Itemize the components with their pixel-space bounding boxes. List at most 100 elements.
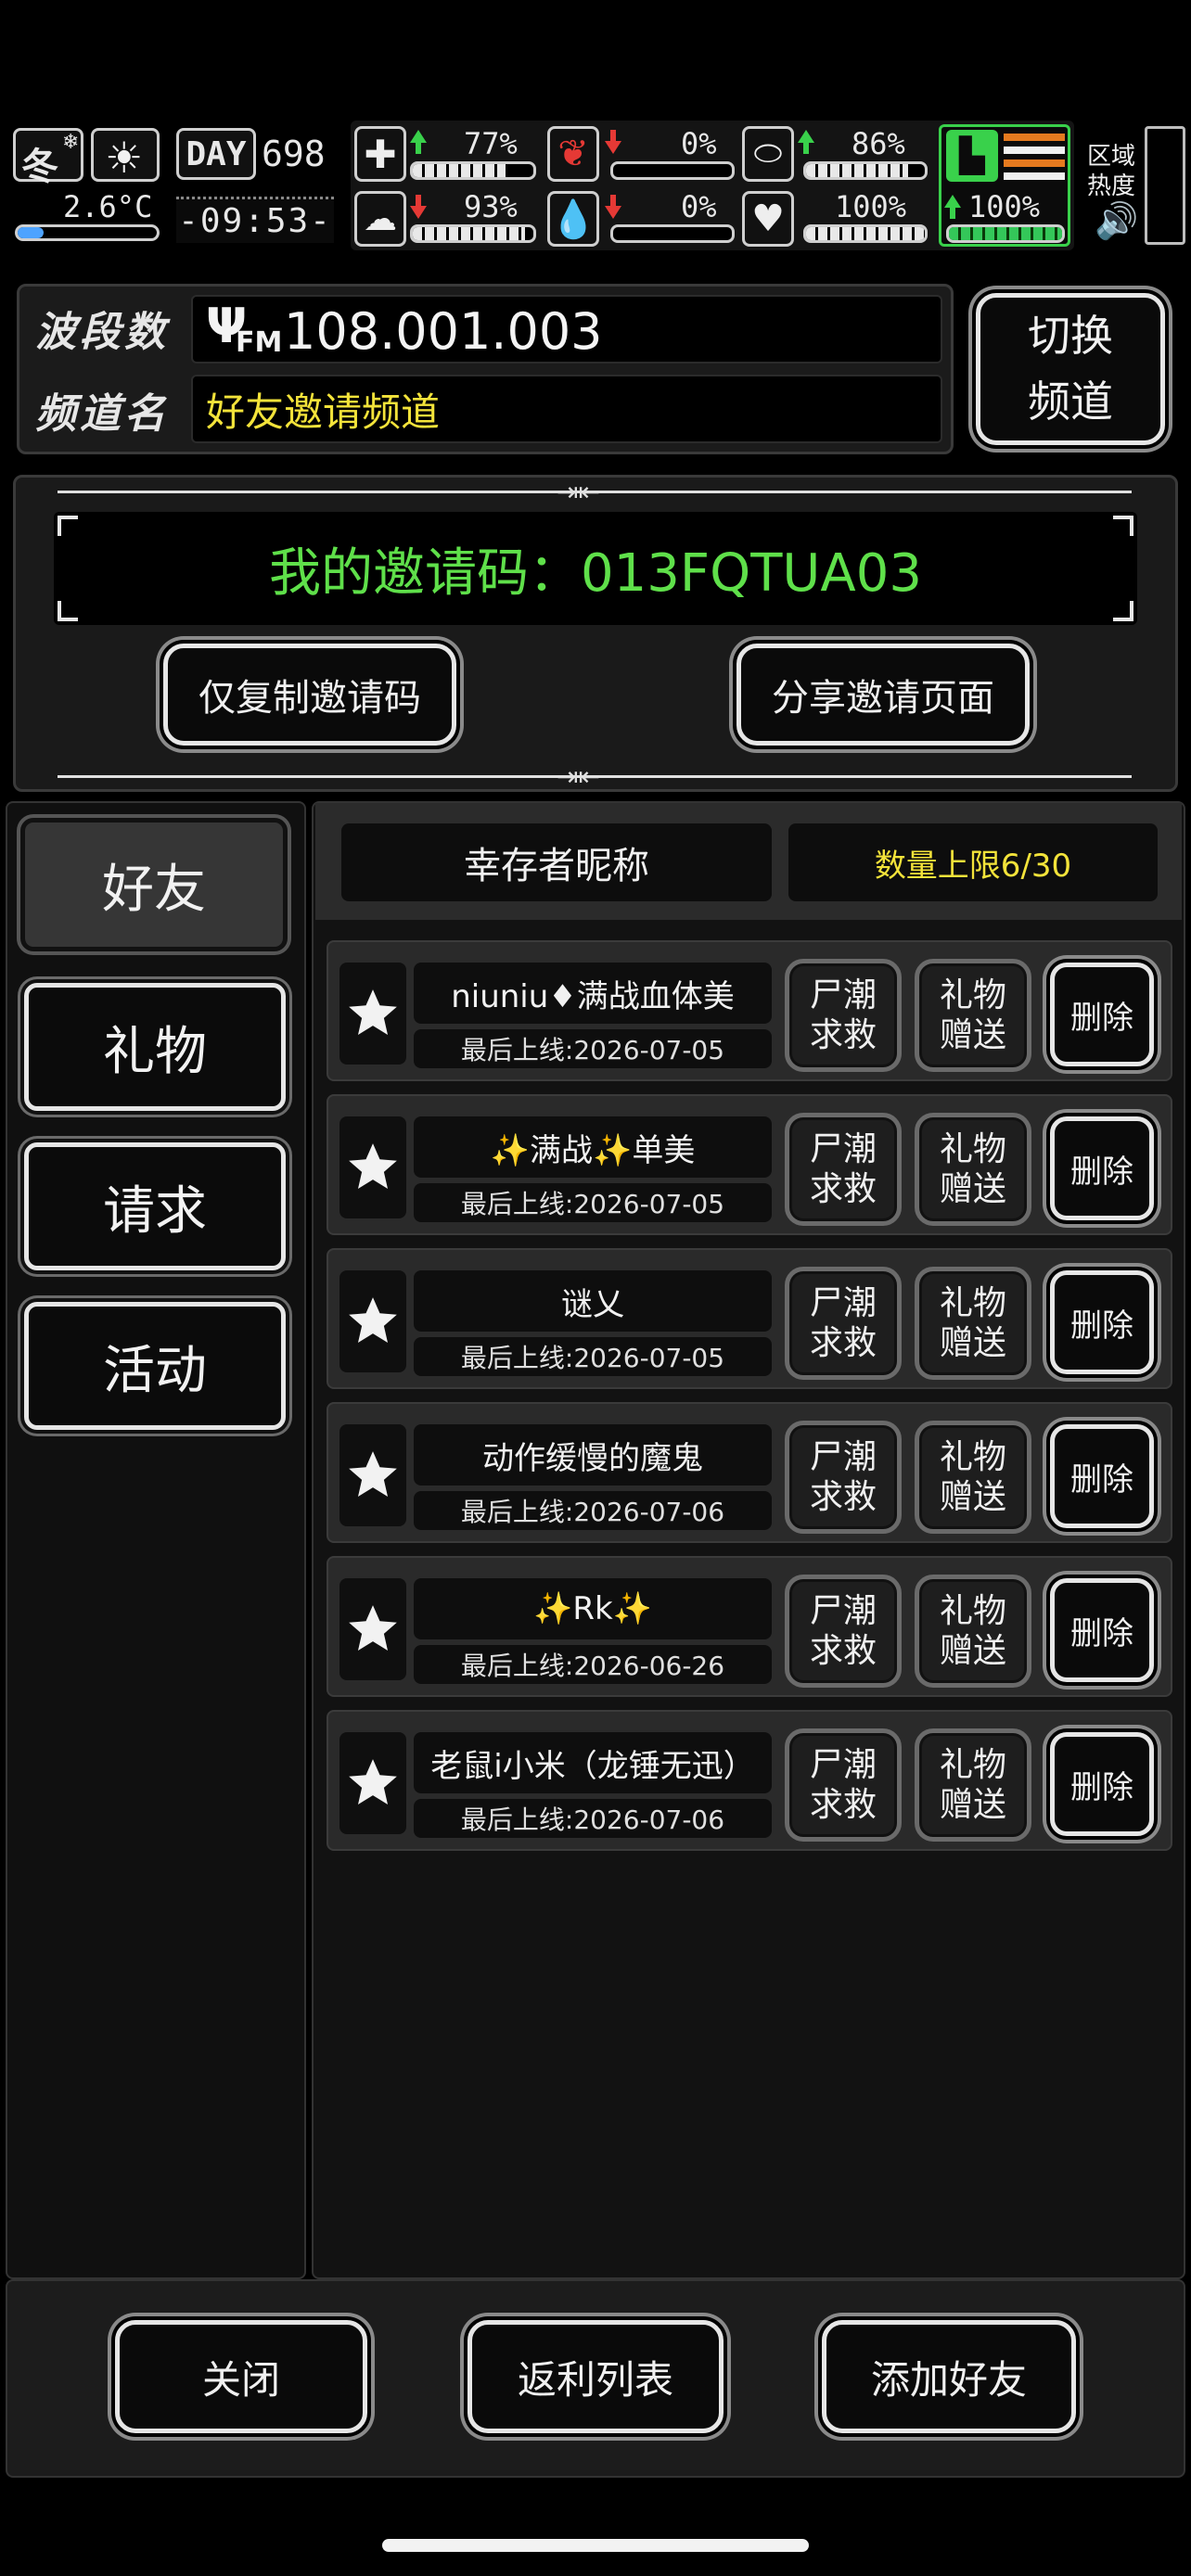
bracket-bl [58, 601, 78, 621]
home-indicator[interactable] [382, 2539, 809, 2552]
channel-name: 好友邀请频道 [206, 389, 441, 435]
gift-label-1: 礼物 [939, 1283, 1006, 1322]
rescue-label-2: 求救 [809, 1478, 877, 1516]
horde-rescue-button[interactable]: 尸潮 求救 [785, 959, 902, 1072]
brain-icon: ☁ [354, 191, 406, 247]
channel-field: 好友邀请频道 [191, 375, 942, 443]
trend-down-icon [410, 195, 427, 219]
delete-friend-button[interactable]: 删除 [1050, 1578, 1154, 1682]
gift-label-1: 礼物 [939, 976, 1006, 1014]
tab-requests[interactable]: 请求 [24, 1142, 286, 1270]
star-icon [349, 989, 397, 1035]
delete-friend-button[interactable]: 删除 [1050, 1424, 1154, 1528]
rebate-list-button[interactable]: 返利列表 [467, 2320, 724, 2433]
delete-friend-button[interactable]: 删除 [1050, 1732, 1154, 1836]
gift-label-2: 赠送 [939, 1324, 1006, 1362]
star-icon [349, 1297, 397, 1343]
friend-name: ✨满战✨单美 [414, 1116, 772, 1178]
rescue-label-1: 尸潮 [809, 1129, 877, 1168]
switch-channel-button[interactable]: 切换 频道 [976, 293, 1165, 445]
bracket-tr [1113, 516, 1133, 536]
friend-name: 动作缓慢的魔鬼 [414, 1424, 772, 1486]
star-icon [349, 1451, 397, 1497]
favorite-star-icon[interactable] [339, 1578, 406, 1680]
favorite-star-icon[interactable] [339, 1270, 406, 1372]
horde-rescue-button[interactable]: 尸潮 求救 [785, 1421, 902, 1534]
tab-events[interactable]: 活动 [24, 1302, 286, 1430]
status-hud: 冬 ❄ ☀ 2.6°C DAY 698 -09:53- ✚ 77% ❦ 0% ⬭… [7, 121, 1185, 250]
friend-name: ✨Rk✨ [414, 1578, 772, 1639]
channel-label: 频道名 [35, 390, 169, 438]
water-drop-icon: 💧 [547, 191, 599, 247]
region-heat-label-2: 热度 [1087, 172, 1136, 200]
rescue-label-1: 尸潮 [809, 1283, 877, 1322]
rescue-label-2: 求救 [809, 1324, 877, 1362]
send-gift-button[interactable]: 礼物 赠送 [915, 1113, 1031, 1226]
favorite-star-icon[interactable] [339, 1424, 406, 1526]
favorite-star-icon[interactable] [339, 963, 406, 1065]
gift-label-1: 礼物 [939, 1745, 1006, 1784]
horde-rescue-button[interactable]: 尸潮 求救 [785, 1728, 902, 1842]
star-icon [349, 1759, 397, 1804]
switch-channel-label-2: 频道 [1028, 376, 1113, 427]
stat-hunger-bar [610, 161, 735, 180]
band-label: 波段数 [35, 309, 169, 356]
frequency-field: Ψ FM 108.001.003 [191, 295, 942, 363]
fm-label: FM [236, 326, 283, 359]
sound-icon[interactable]: 🔊 [1095, 200, 1138, 242]
gift-label-2: 赠送 [939, 1170, 1006, 1208]
send-gift-button[interactable]: 礼物 赠送 [915, 1421, 1031, 1534]
gift-label-2: 赠送 [939, 1632, 1006, 1670]
close-button[interactable]: 关闭 [115, 2320, 367, 2433]
friend-last-online: 最后上线:2026-07-05 [414, 1183, 772, 1222]
rescue-label-1: 尸潮 [809, 1591, 877, 1630]
stat-health-bar [410, 161, 536, 180]
share-invite-page-button[interactable]: 分享邀请页面 [736, 644, 1030, 746]
gift-label-1: 礼物 [939, 1129, 1006, 1168]
favorite-star-icon[interactable] [339, 1732, 406, 1834]
send-gift-button[interactable]: 礼物 赠送 [915, 1267, 1031, 1380]
favorite-star-icon[interactable] [339, 1116, 406, 1218]
horde-rescue-button[interactable]: 尸潮 求救 [785, 1575, 902, 1688]
stomach-icon: ❦ [547, 126, 599, 182]
region-heat-meter [1145, 126, 1185, 245]
thermometer-icon [15, 224, 160, 241]
divider-arrow-icon: ⇥⇤ [557, 761, 600, 792]
send-gift-button[interactable]: 礼物 赠送 [915, 1575, 1031, 1688]
stat-mood-bar [803, 224, 928, 243]
stat-mental-value: 93% [464, 189, 518, 224]
send-gift-button[interactable]: 礼物 赠送 [915, 1728, 1031, 1842]
horde-rescue-button[interactable]: 尸潮 求救 [785, 1113, 902, 1226]
season-box: 冬 ❄ [13, 128, 83, 188]
horde-rescue-button[interactable]: 尸潮 求救 [785, 1267, 902, 1380]
copy-invite-code-button[interactable]: 仅复制邀请码 [163, 644, 456, 746]
stat-sanity-bar [803, 161, 928, 180]
sun-icon: ☀ [105, 133, 144, 183]
stat-health-value: 77% [464, 126, 518, 161]
delete-friend-button[interactable]: 删除 [1050, 1270, 1154, 1374]
frequency-value: 108.001.003 [284, 302, 603, 361]
column-name-header: 幸存者昵称 [341, 823, 772, 901]
gift-label-1: 礼物 [939, 1437, 1006, 1476]
snowflake-icon: ❄ [62, 131, 80, 154]
pill-icon: ⬭ [742, 126, 794, 182]
stat-hunger-value: 0% [681, 126, 717, 161]
trend-down-icon [605, 195, 621, 219]
tab-gifts[interactable]: 礼物 [24, 983, 286, 1111]
rescue-label-1: 尸潮 [809, 1437, 877, 1476]
tab-friends[interactable]: 好友 [20, 818, 288, 951]
trend-down-icon [605, 130, 621, 154]
boot-icon: ▙ [946, 130, 998, 182]
star-icon [349, 1143, 397, 1189]
add-friend-button[interactable]: 添加好友 [822, 2320, 1076, 2433]
rescue-label-2: 求救 [809, 1170, 877, 1208]
delete-friend-button[interactable]: 删除 [1050, 1116, 1154, 1220]
friend-name: 谜乂 [414, 1270, 772, 1332]
stat-stamina-bar [946, 224, 1065, 243]
delete-friend-button[interactable]: 删除 [1050, 963, 1154, 1066]
day-number: 698 [262, 134, 326, 174]
friend-name: 老鼠i小米（龙锤无迅） [414, 1732, 772, 1793]
divider-arrow-icon: ⇥⇤ [557, 477, 600, 507]
send-gift-button[interactable]: 礼物 赠送 [915, 959, 1031, 1072]
rescue-label-1: 尸潮 [809, 976, 877, 1014]
